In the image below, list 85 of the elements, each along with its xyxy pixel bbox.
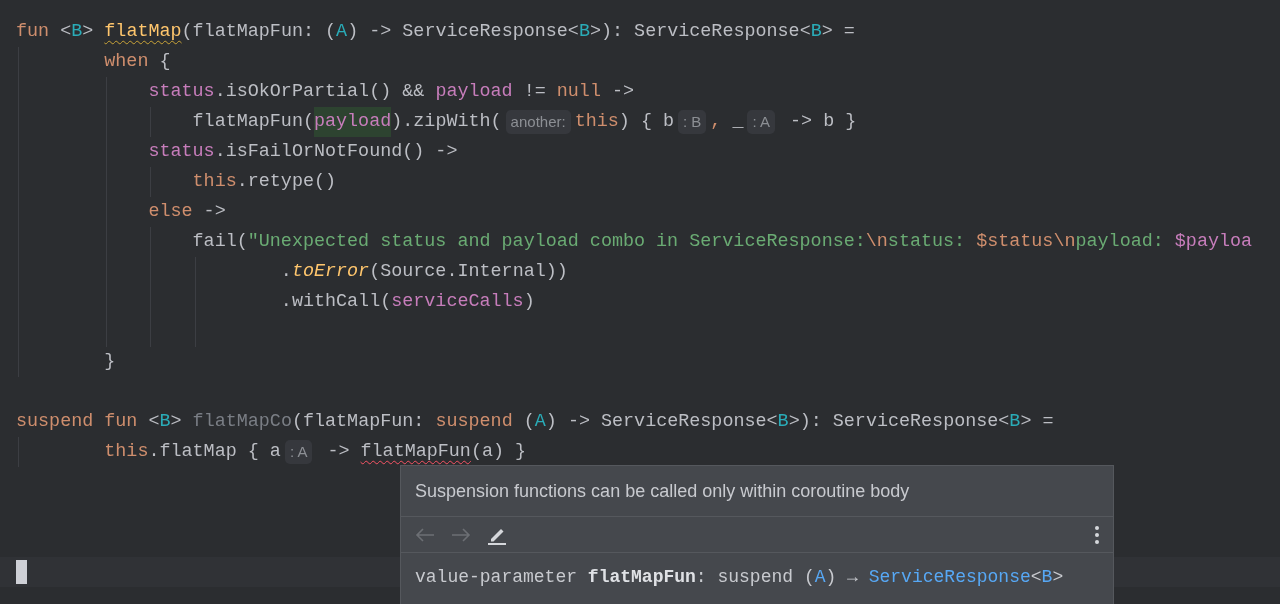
code-text: -> [326, 440, 351, 464]
type-link[interactable]: ServiceResponse [868, 567, 1031, 587]
doc-text: > [1052, 567, 1064, 587]
property-name: payload [435, 80, 513, 104]
code-text: (Source.Internal)) [369, 260, 568, 284]
back-arrow-icon [415, 527, 435, 542]
doc-text: < [1030, 567, 1042, 587]
function-name: flatMap [104, 20, 182, 44]
code-text: >): ServiceResponse< [589, 20, 811, 44]
keyword: suspend [435, 410, 513, 434]
code-text: > = [1020, 410, 1054, 434]
inlay-hint: : A [284, 440, 313, 464]
template-expression: $status [976, 230, 1054, 254]
type-parameter: B [71, 20, 83, 44]
type-parameter: B [1009, 410, 1021, 434]
code-text: ).zipWith( [391, 110, 502, 134]
keyword: null [556, 80, 601, 104]
keyword: else [148, 200, 193, 224]
code-text: ( [522, 410, 535, 434]
code-text: > [170, 410, 183, 434]
code-text: > [82, 20, 95, 44]
keyword: fun [16, 20, 50, 44]
code-text: -> [202, 200, 226, 224]
keyword: this [104, 440, 149, 464]
type-parameter: B [777, 410, 789, 434]
code-text: .retype() [236, 170, 337, 194]
more-icon [1095, 525, 1099, 544]
keyword: this [192, 170, 237, 194]
type-name: B [1041, 567, 1053, 587]
parameter-name: flatMapFun [587, 567, 696, 587]
code-text: < [147, 410, 160, 434]
type-parameter: B [810, 20, 822, 44]
escape-sequence: \n [865, 230, 888, 254]
code-text: != [522, 80, 547, 104]
code-text: .withCall( [280, 290, 392, 314]
code-text: fail( [192, 230, 248, 254]
code-text: ) [523, 290, 535, 314]
property-name: serviceCalls [391, 290, 524, 314]
type-name: A [814, 567, 826, 587]
extension-call: toError [291, 260, 370, 284]
code-text: { [158, 50, 171, 74]
keyword: when [104, 50, 149, 74]
type-parameter: A [336, 20, 348, 44]
escape-sequence: \n [1053, 230, 1076, 254]
keyword: , [710, 110, 722, 134]
inlay-hint: : A [747, 110, 775, 134]
code-text: ) -> ServiceResponse< [545, 410, 778, 434]
forward-arrow-icon [451, 527, 471, 542]
code-text: > = [821, 20, 855, 44]
code-text: flatMapFun [360, 440, 471, 464]
property-name: status [148, 80, 215, 104]
inlay-hint: : B [678, 110, 707, 134]
unused-function-name: flatMapCo [192, 410, 292, 434]
code-text: < [59, 20, 72, 44]
doc-text: ) → [825, 567, 859, 587]
code-text: ) -> ServiceResponse< [347, 20, 579, 44]
code-text: } [104, 350, 116, 374]
property-name: status [148, 140, 215, 164]
keyword: this [574, 110, 619, 134]
string-literal: "Unexpected status and payload combo in ServiceResponse: [247, 230, 866, 254]
code-text: (a) } [470, 440, 527, 464]
code-text: .isFailOrNotFound() -> [214, 140, 458, 164]
code-text: .isOkOrPartial() && [214, 80, 426, 104]
code-text: (flatMapFun: [291, 410, 426, 434]
property-name: $payloa [1174, 230, 1253, 254]
code-text: >): ServiceResponse< [788, 410, 1010, 434]
doc-text: value-parameter [415, 567, 579, 587]
code-text: (flatMapFun: ( [181, 20, 337, 44]
string-literal: status: [887, 230, 967, 254]
type-parameter: A [534, 410, 546, 434]
inlay-hint: another: [505, 110, 571, 134]
code-text: flatMapFun( [192, 110, 314, 134]
keyword: suspend fun [16, 410, 138, 434]
code-text: . [280, 260, 292, 284]
code-text: -> [611, 80, 635, 104]
code-text: -> b } [789, 110, 857, 134]
type-parameter: B [578, 20, 590, 44]
string-literal: payload: [1075, 230, 1165, 254]
code-text: .flatMap { a [148, 440, 281, 464]
code-text: ) { b [618, 110, 674, 134]
property-name: payload [313, 107, 392, 137]
doc-text: : suspend ( [695, 567, 815, 587]
error-message: Suspension functions can be called only within coroutine body [414, 480, 911, 503]
type-parameter: B [159, 410, 171, 434]
code-text: _ [731, 110, 744, 134]
